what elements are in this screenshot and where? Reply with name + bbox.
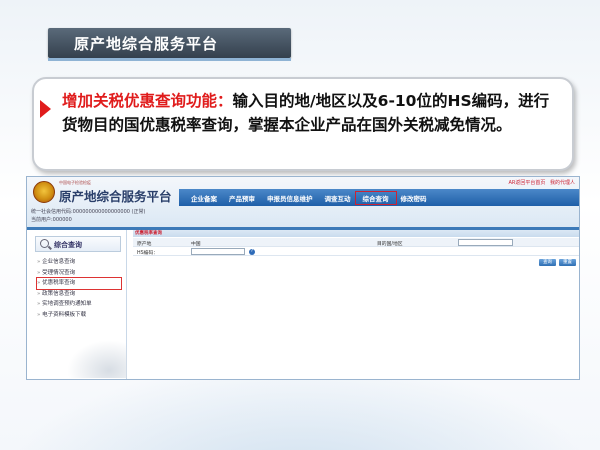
query-panel: 优惠税率查询 原产地 中国 目的国/地区 HS编码： ? 查询 重置 [133,230,579,270]
sidebar-item-preferential-tariff[interactable]: 优惠税率查询 [36,277,122,290]
form-row-origin: 原产地 中国 目的国/地区 [133,238,579,247]
panel-tab: 优惠税率查询 [133,230,579,237]
current-user: 当前用户:000000 [31,217,72,223]
nav-declarant-maintenance[interactable]: 申报员信息维护 [261,193,319,203]
origin-label: 原产地 [137,242,152,247]
top-links: AR返回平台首页 我的代理人 [505,179,575,186]
slide-title-bar: 原产地综合服务平台 [48,28,291,58]
reset-button[interactable]: 重置 [559,259,576,266]
magnifier-icon [40,239,49,248]
sidebar-item-policy-info[interactable]: 政策信息查询 [37,289,121,300]
form-row-hs: HS编码： ? [133,247,579,256]
platform-logo-title: 原产地综合服务平台 [59,189,172,204]
sidebar-item-template-download[interactable]: 电子资料模板下载 [37,310,121,321]
callout-text: 增加关税优惠查询功能：输入目的地/地区以及6-10位的HS编码，进行货物目的国优… [62,89,562,137]
hs-code-label: HS编码： [137,251,159,256]
hs-code-input[interactable] [191,248,245,255]
sidebar-item-enterprise-info[interactable]: 企业信息查询 [37,257,121,268]
nav-change-password[interactable]: 修改密码 [395,193,433,203]
sidebar-item-site-survey-notice[interactable]: 实地调查预约通知单 [37,299,121,310]
national-emblem-icon [33,181,55,203]
destination-label: 目的国/地区 [377,242,403,247]
sidebar-item-acceptance-status[interactable]: 受理情况查询 [37,268,121,279]
back-to-home-link[interactable]: AR返回平台首页 [508,180,545,186]
nav-comprehensive-query[interactable]: 综合查询 [354,190,397,205]
title-accent-line [48,58,291,61]
callout-arrow-icon [40,100,51,118]
sidebar-header-label: 综合查询 [54,241,82,249]
nav-enterprise-filing[interactable]: 企业备案 [185,193,223,203]
sidebar-decoration [67,340,127,378]
sidebar: 综合查询 企业信息查询 受理情况查询 优惠税率查询 政策信息查询 实地调查预约通… [27,230,127,379]
destination-input[interactable] [458,239,513,246]
origin-value: 中国 [191,242,201,247]
main-nav: 企业备案 产品预审 申报员信息维护 调查互动 综合查询 修改密码 [179,189,579,206]
sidebar-list: 企业信息查询 受理情况查询 优惠税率查询 政策信息查询 实地调查预约通知单 电子… [36,257,122,321]
platform-header: 中国电子检验检疫 原产地综合服务平台 统一社会信用代码:000000000000… [27,177,579,227]
callout-highlight: 增加关税优惠查询功能： [62,92,233,110]
sidebar-header: 综合查询 [35,236,121,252]
slide-title: 原产地综合服务平台 [74,35,219,53]
nav-product-precheck[interactable]: 产品预审 [223,193,261,203]
user-credit-code: 统一社会信用代码:000000000000000000 (正常) [31,209,146,215]
nav-survey-interaction[interactable]: 调查互动 [319,193,357,203]
embedded-screenshot: 中国电子检验检疫 原产地综合服务平台 统一社会信用代码:000000000000… [26,176,580,380]
query-button[interactable]: 查询 [539,259,556,266]
help-icon[interactable]: ? [249,248,255,255]
my-agent-link[interactable]: 我的代理人 [550,180,575,186]
